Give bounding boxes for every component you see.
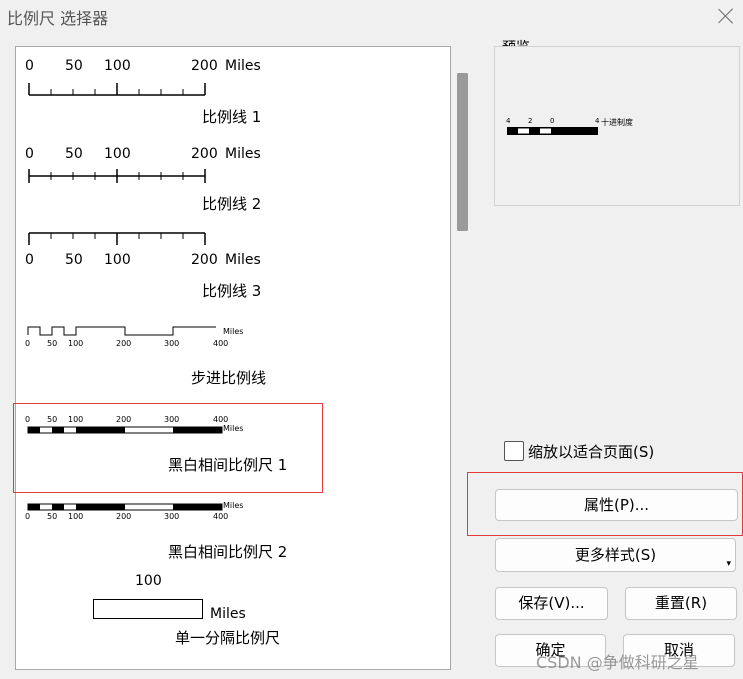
tick-label: 200 [191, 146, 218, 162]
tick-label: 0 [25, 58, 34, 74]
preview-scalebar-graphic [507, 127, 598, 135]
reset-button-label: 重置(R) [654, 594, 708, 612]
tick-label: 200 [191, 58, 218, 74]
scale-line-graphic [28, 83, 206, 96]
highlight-box-style-5 [13, 403, 323, 493]
unit-label: Miles [225, 58, 261, 74]
unit-label: Miles [225, 146, 261, 162]
unit-label: Miles [225, 252, 261, 268]
value-label: 100 [135, 573, 162, 589]
tick-label: 300 [164, 339, 180, 348]
properties-button-label: 属性(P)... [583, 496, 650, 514]
properties-button[interactable]: 属性(P)... [495, 489, 738, 521]
style-name: 黑白相间比例尺 2 [168, 543, 288, 561]
window-title: 比例尺 选择器 [7, 9, 109, 28]
watermark-text: CSDN @争做科研之星 [536, 653, 699, 672]
style-name: 单一分隔比例尺 [175, 629, 281, 647]
tick-label: 400 [213, 339, 229, 348]
single-division-box [93, 599, 203, 619]
tick-label: 100 [68, 339, 84, 348]
preview-tick: 2 [528, 117, 533, 125]
tick-label: 0 [25, 252, 34, 268]
dropdown-arrow-icon: ▾ [726, 559, 731, 569]
tick-label: 0 [25, 339, 31, 348]
fit-to-page-checkbox[interactable] [504, 441, 524, 461]
preview-unit: 十进制度 [601, 118, 633, 127]
close-icon[interactable] [714, 4, 738, 28]
tick-label: 200 [191, 252, 218, 268]
scale-line-graphic [28, 169, 206, 183]
tick-label: 100 [68, 512, 84, 521]
tick-label: 50 [65, 58, 83, 74]
scrollbar-thumb[interactable] [457, 73, 468, 231]
unit-label: Miles [223, 501, 244, 510]
tick-label: 200 [116, 512, 132, 521]
scalebar-style-list[interactable]: 0 50 100 200 Miles 比例线 1 0 50 100 200 Mi… [15, 46, 451, 670]
preview-tick: 4 [506, 117, 511, 125]
tick-label: 200 [116, 339, 132, 348]
style-name: 比例线 2 [202, 195, 262, 213]
tick-label: 50 [47, 512, 58, 521]
reset-button[interactable]: 重置(R) [625, 587, 737, 620]
tick-label: 50 [65, 252, 83, 268]
tick-label: 0 [25, 146, 34, 162]
save-button[interactable]: 保存(V)... [495, 587, 608, 620]
tick-label: 100 [104, 58, 131, 74]
tick-label: 100 [104, 252, 131, 268]
save-button-label: 保存(V)... [518, 594, 585, 612]
stepped-scale-graphic [27, 326, 216, 336]
more-styles-dropdown[interactable]: 更多样式(S) ▾ [495, 538, 736, 572]
tick-label: 50 [47, 339, 58, 348]
tick-label: 300 [164, 512, 180, 521]
title-bar: 比例尺 选择器 [0, 0, 743, 32]
unit-label: Miles [223, 327, 244, 336]
scale-line-graphic [28, 232, 206, 245]
preview-tick: 0 [550, 117, 555, 125]
style-name: 比例线 1 [202, 108, 262, 126]
preview-tick: 4 [595, 117, 600, 125]
unit-label: Miles [210, 606, 246, 622]
style-name: 比例线 3 [202, 282, 262, 300]
more-styles-label: 更多样式(S) [574, 546, 657, 564]
fit-to-page-label[interactable]: 缩放以适合页面(S) [528, 441, 654, 462]
tick-label: 0 [25, 512, 31, 521]
style-name: 步进比例线 [191, 369, 267, 387]
tick-label: 50 [65, 146, 83, 162]
tick-label: 100 [104, 146, 131, 162]
preview-panel: 4 2 0 4 十进制度 [494, 46, 740, 206]
tick-label: 400 [213, 512, 229, 521]
